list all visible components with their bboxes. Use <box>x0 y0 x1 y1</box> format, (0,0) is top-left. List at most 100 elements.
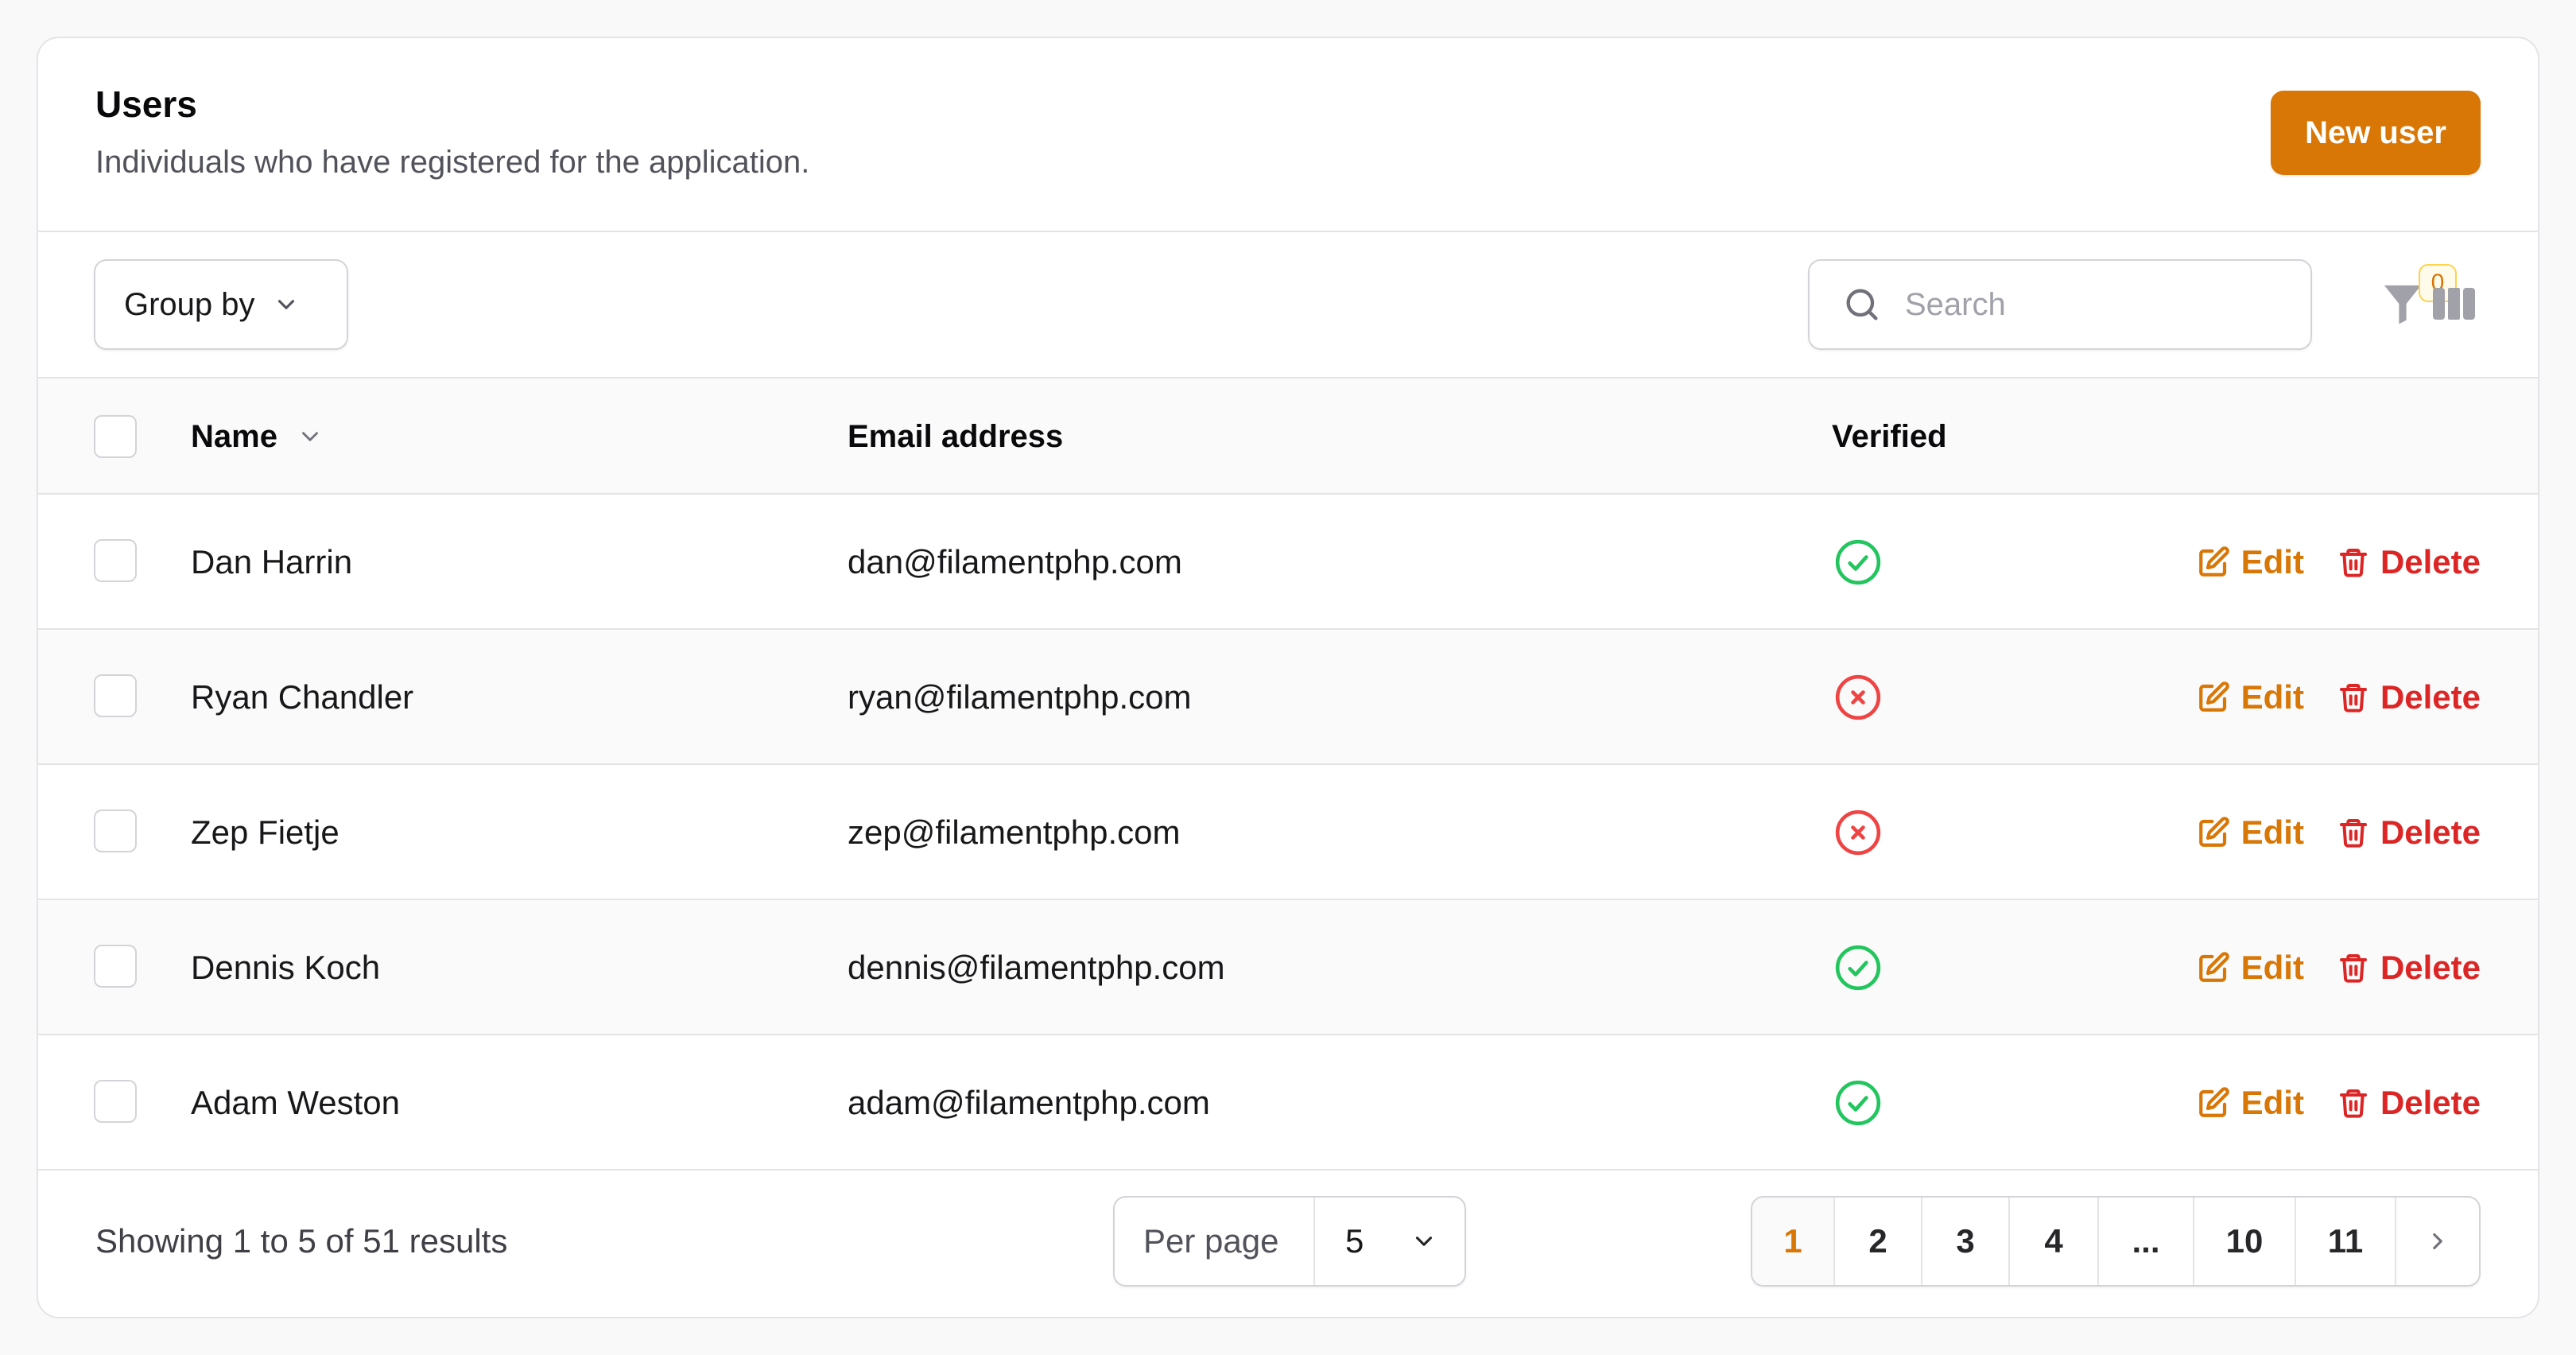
delete-action[interactable]: Delete <box>2337 813 2481 852</box>
pagination-ellipsis: ... <box>2099 1198 2194 1285</box>
edit-icon <box>2198 681 2229 712</box>
delete-label: Delete <box>2380 1084 2481 1121</box>
search-input[interactable] <box>1905 286 2271 323</box>
table-footer: Showing 1 to 5 of 51 results Per page 5 … <box>38 1171 2538 1312</box>
page-button[interactable]: 2 <box>1835 1198 1922 1285</box>
table-row[interactable]: Dennis Koch dennis@filamentphp.com Edit Del… <box>38 900 2538 1035</box>
columns-toggle-icon[interactable] <box>2431 285 2477 323</box>
row-checkbox[interactable] <box>94 539 137 582</box>
cell-name: Adam Weston <box>191 1084 401 1121</box>
edit-label: Edit <box>2240 1084 2304 1121</box>
page-button[interactable]: 3 <box>1922 1198 2010 1285</box>
table-row[interactable]: Ryan Chandler ryan@filamentphp.com Edit Del… <box>38 630 2538 765</box>
trash-icon <box>2339 549 2367 577</box>
table-row[interactable]: Dan Harrin dan@filamentphp.com Edit Delete <box>38 495 2538 630</box>
edit-icon <box>2198 1087 2229 1117</box>
table-row[interactable]: Zep Fietje zep@filamentphp.com Edit Delete <box>38 765 2538 900</box>
table-body: Dan Harrin dan@filamentphp.com Edit Delete R… <box>38 495 2538 1171</box>
next-page-button[interactable] <box>2396 1198 2479 1285</box>
verified-check-icon <box>1835 539 1881 585</box>
edit-icon <box>2198 546 2229 577</box>
per-page-select[interactable]: Per page 5 <box>1113 1196 1466 1287</box>
group-by-label: Group by <box>124 286 255 322</box>
delete-label: Delete <box>2380 543 2481 580</box>
row-checkbox[interactable] <box>94 674 137 717</box>
delete-action[interactable]: Delete <box>2337 1084 2481 1122</box>
cell-email: ryan@filamentphp.com <box>848 678 1192 716</box>
new-user-button[interactable]: New user <box>2271 91 2481 175</box>
users-table-card: Users Individuals who have registered fo… <box>37 37 2539 1318</box>
delete-label: Delete <box>2380 813 2481 851</box>
cell-email: dan@filamentphp.com <box>848 543 1182 580</box>
unverified-x-icon <box>1835 674 1881 720</box>
cell-name: Dan Harrin <box>191 543 353 580</box>
per-page-value: 5 <box>1345 1222 1364 1260</box>
chevron-down-icon <box>1415 1237 1433 1246</box>
per-page-value-select[interactable]: 5 <box>1315 1222 1465 1260</box>
cell-verified <box>1833 1035 1883 1171</box>
select-all-checkbox[interactable] <box>94 415 137 458</box>
table-header: Users Individuals who have registered fo… <box>38 38 2538 232</box>
page-button[interactable]: 4 <box>2010 1198 2099 1285</box>
edit-label: Edit <box>2240 813 2304 851</box>
cell-name: Dennis Koch <box>191 949 381 986</box>
column-header-verified: Verified <box>1832 418 1947 454</box>
row-actions: Edit Delete <box>2197 630 2481 765</box>
per-page-label: Per page <box>1115 1198 1315 1285</box>
column-header-email: Email address <box>848 418 1064 454</box>
edit-icon <box>2198 817 2229 847</box>
cell-email: adam@filamentphp.com <box>848 1084 1210 1121</box>
verified-check-icon <box>1835 945 1881 991</box>
delete-action[interactable]: Delete <box>2337 678 2481 716</box>
results-summary: Showing 1 to 5 of 51 results <box>95 1222 508 1260</box>
row-actions: Edit Delete <box>2197 900 2481 1035</box>
edit-label: Edit <box>2240 678 2304 716</box>
cell-verified <box>1833 630 1883 765</box>
chevron-right-icon <box>2433 1233 2442 1250</box>
edit-action[interactable]: Edit <box>2197 678 2304 716</box>
row-actions: Edit Delete <box>2197 495 2481 630</box>
delete-label: Delete <box>2380 949 2481 986</box>
edit-action[interactable]: Edit <box>2197 813 2304 852</box>
cell-email: zep@filamentphp.com <box>848 813 1181 851</box>
trash-icon <box>2339 684 2367 712</box>
search-field[interactable] <box>1808 259 2312 350</box>
edit-action[interactable]: Edit <box>2197 1084 2304 1122</box>
row-actions: Edit Delete <box>2197 1035 2481 1171</box>
cell-name: Ryan Chandler <box>191 678 414 716</box>
edit-icon <box>2198 952 2229 982</box>
group-by-button[interactable]: Group by <box>94 259 348 350</box>
cell-verified <box>1833 900 1883 1035</box>
search-icon <box>1846 289 1878 320</box>
edit-label: Edit <box>2240 543 2304 580</box>
cell-email: dennis@filamentphp.com <box>848 949 1225 986</box>
edit-action[interactable]: Edit <box>2197 543 2304 581</box>
trash-icon <box>2339 954 2367 983</box>
row-actions: Edit Delete <box>2197 765 2481 900</box>
page-button[interactable]: 1 <box>1752 1198 1835 1285</box>
page-button[interactable]: 11 <box>2296 1198 2396 1285</box>
verified-check-icon <box>1835 1080 1881 1126</box>
edit-label: Edit <box>2240 949 2304 986</box>
page-title: Users <box>95 83 197 125</box>
delete-action[interactable]: Delete <box>2337 949 2481 987</box>
table-row[interactable]: Adam Weston adam@filamentphp.com Edit Delet… <box>38 1035 2538 1171</box>
row-checkbox[interactable] <box>94 810 137 852</box>
pagination: 1 2 3 4... 10 11 <box>1751 1196 2481 1287</box>
row-checkbox[interactable] <box>94 945 137 988</box>
edit-action[interactable]: Edit <box>2197 949 2304 987</box>
table-toolbar: Group by 0 <box>38 232 2538 379</box>
delete-label: Delete <box>2380 678 2481 716</box>
column-name-label: Name <box>191 418 277 454</box>
page-subtitle: Individuals who have registered for the … <box>95 145 810 180</box>
sort-chevron-down-icon <box>302 432 318 441</box>
delete-action[interactable]: Delete <box>2337 543 2481 581</box>
row-checkbox[interactable] <box>94 1080 137 1123</box>
trash-icon <box>2339 1089 2367 1118</box>
trash-icon <box>2339 819 2367 848</box>
page-button[interactable]: 10 <box>2194 1198 2296 1285</box>
table-head: Name Email address Verified <box>38 379 2538 495</box>
column-header-name[interactable]: Name <box>191 379 324 495</box>
cell-name: Zep Fietje <box>191 813 339 851</box>
cell-verified <box>1833 495 1883 630</box>
